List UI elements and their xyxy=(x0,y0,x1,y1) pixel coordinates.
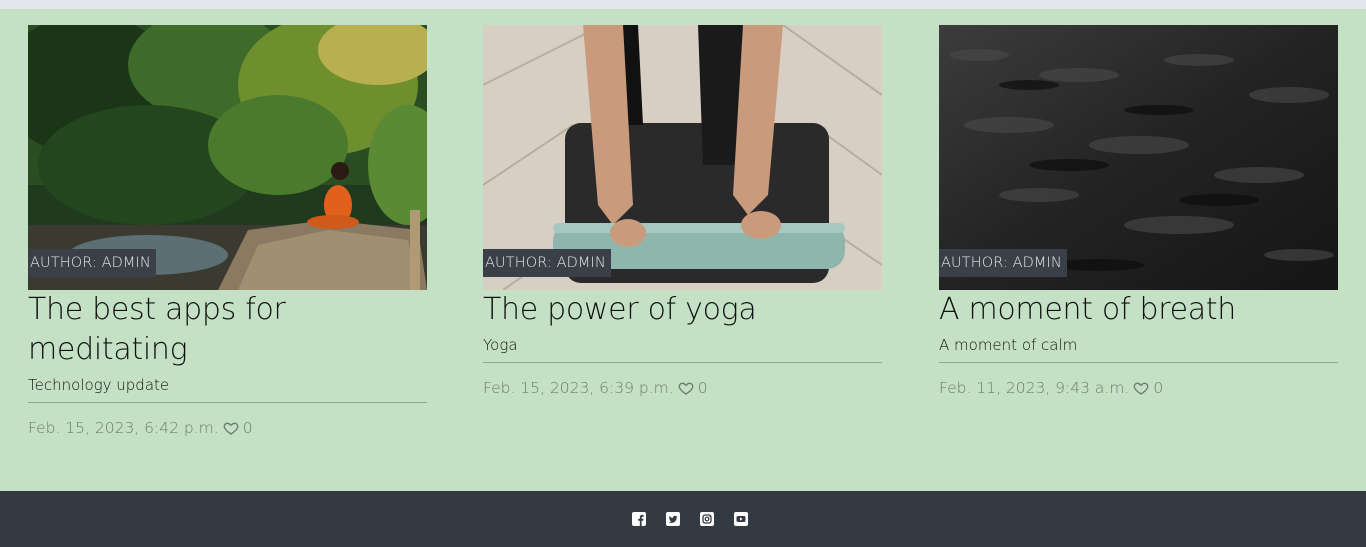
post-title[interactable]: A moment of breath xyxy=(939,290,1338,330)
social-links xyxy=(632,512,748,526)
post-title[interactable]: The best apps for meditating xyxy=(28,290,427,370)
divider xyxy=(939,362,1338,363)
post-subtitle: Yoga xyxy=(483,336,518,354)
post-subtitle: Technology update xyxy=(28,376,170,394)
post-date: Feb. 15, 2023, 6:39 p.m. xyxy=(483,379,674,397)
post-image[interactable]: AUTHOR: ADMIN xyxy=(939,25,1338,290)
heart-icon[interactable] xyxy=(223,420,239,436)
post-date: Feb. 15, 2023, 6:42 p.m. xyxy=(28,419,219,437)
like-count: 0 xyxy=(242,419,253,437)
post-card[interactable]: AUTHOR: ADMIN The power of yoga Yoga Feb… xyxy=(483,25,882,397)
post-meta: Feb. 15, 2023, 6:39 p.m. 0 xyxy=(483,379,882,397)
post-card[interactable]: AUTHOR: ADMIN A moment of breath A momen… xyxy=(939,25,1338,397)
divider xyxy=(483,362,882,363)
heart-icon[interactable] xyxy=(1133,380,1149,396)
instagram-icon[interactable] xyxy=(700,512,714,526)
post-card[interactable]: AUTHOR: ADMIN The best apps for meditati… xyxy=(28,25,427,437)
author-badge: AUTHOR: ADMIN xyxy=(939,249,1067,277)
youtube-icon[interactable] xyxy=(734,512,748,526)
post-subtitle: A moment of calm xyxy=(939,336,1078,354)
post-meta: Feb. 11, 2023, 9:43 a.m. 0 xyxy=(939,379,1338,397)
facebook-icon[interactable] xyxy=(632,512,646,526)
like-count: 0 xyxy=(697,379,708,397)
post-image[interactable]: AUTHOR: ADMIN xyxy=(483,25,882,290)
divider xyxy=(28,402,427,403)
like-count: 0 xyxy=(1153,379,1164,397)
top-navbar-edge xyxy=(0,0,1366,9)
heart-icon[interactable] xyxy=(678,380,694,396)
author-badge: AUTHOR: ADMIN xyxy=(28,249,156,277)
twitter-icon[interactable] xyxy=(666,512,680,526)
author-badge: AUTHOR: ADMIN xyxy=(483,249,611,277)
post-image[interactable]: AUTHOR: ADMIN xyxy=(28,25,427,290)
post-meta: Feb. 15, 2023, 6:42 p.m. 0 xyxy=(28,419,427,437)
post-date: Feb. 11, 2023, 9:43 a.m. xyxy=(939,379,1130,397)
post-title[interactable]: The power of yoga xyxy=(483,290,882,330)
